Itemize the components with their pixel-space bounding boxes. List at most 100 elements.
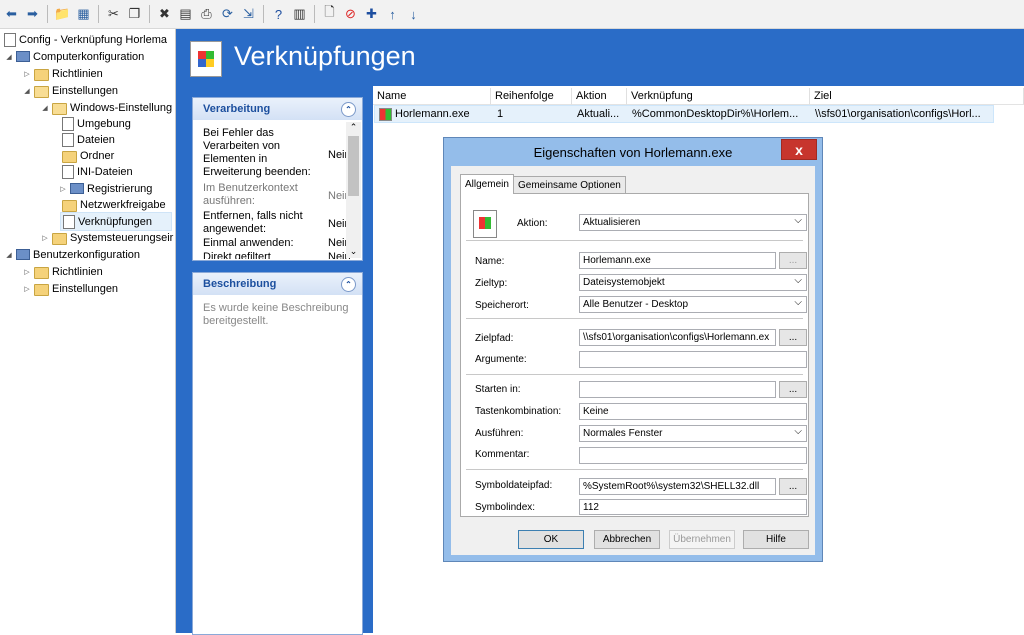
collapsed-arrow-icon[interactable]: ▷ bbox=[22, 285, 32, 293]
back-icon[interactable]: ⬅ bbox=[2, 5, 21, 24]
expanded-arrow-icon[interactable]: ◢ bbox=[22, 87, 32, 95]
tree-item-label: Richtlinien bbox=[52, 67, 103, 80]
tree-item-richtlinien[interactable]: ▷ Richtlinien bbox=[22, 65, 103, 82]
cut-icon[interactable]: ✂ bbox=[104, 5, 123, 24]
expanded-arrow-icon[interactable]: ◢ bbox=[4, 251, 14, 259]
up-folder-icon[interactable]: 📁 bbox=[53, 5, 72, 24]
column-header-name[interactable]: Name bbox=[373, 88, 491, 105]
hilfe-button[interactable]: Hilfe bbox=[743, 530, 809, 549]
column-header-aktion[interactable]: Aktion bbox=[572, 88, 627, 105]
tree-item-systemsteuerung[interactable]: ▷ Systemsteuerungseir bbox=[40, 229, 173, 246]
expanded-arrow-icon[interactable]: ◢ bbox=[40, 104, 50, 112]
tree-item-registrierung[interactable]: ▷ Registrierung bbox=[58, 180, 152, 197]
panel-title: Beschreibung bbox=[203, 278, 277, 290]
tree-item-umgebung[interactable]: Umgebung bbox=[60, 115, 131, 132]
collapsed-arrow-icon[interactable]: ▷ bbox=[58, 185, 68, 193]
column-header-reihenfolge[interactable]: Reihenfolge bbox=[491, 88, 572, 105]
tree-item-einstellungen[interactable]: ◢ Einstellungen bbox=[22, 82, 118, 99]
copy-icon[interactable]: ❐ bbox=[125, 5, 144, 24]
scrollbar[interactable]: ⌃ ⌄ bbox=[346, 122, 361, 258]
toolbar-separator bbox=[314, 5, 315, 23]
scroll-thumb[interactable] bbox=[348, 136, 359, 196]
shortcut-icon bbox=[63, 214, 75, 229]
abbrechen-button[interactable]: Abbrechen bbox=[594, 530, 660, 549]
stop-icon[interactable]: ⊘ bbox=[341, 5, 360, 24]
export-icon[interactable]: ⇲ bbox=[239, 5, 258, 24]
move-up-icon[interactable]: ↑ bbox=[383, 5, 402, 24]
tastenkombination-label: Tastenkombination: bbox=[475, 406, 562, 417]
properties-icon[interactable]: ▤ bbox=[176, 5, 195, 24]
scroll-down-icon[interactable]: ⌄ bbox=[346, 246, 361, 258]
tree-item-b-richtlinien[interactable]: ▷ Richtlinien bbox=[22, 263, 103, 280]
action-pane-icon[interactable]: ▥ bbox=[290, 5, 309, 24]
speicherort-select[interactable]: Alle Benutzer - Desktop bbox=[579, 296, 807, 313]
tree-item-benutzer[interactable]: ◢ Benutzerkonfiguration bbox=[4, 246, 140, 263]
page-title: Verknüpfungen bbox=[234, 41, 416, 71]
tree-item-ini[interactable]: INI-Dateien bbox=[60, 163, 133, 180]
cell-reihenfolge: 1 bbox=[497, 108, 504, 120]
collapse-icon[interactable]: ⌃ bbox=[341, 276, 356, 292]
tab-allgemein[interactable]: Allgemein bbox=[460, 174, 514, 194]
detail-row: Im Benutzerkontext ausführen: Nein bbox=[203, 182, 353, 208]
aktion-select[interactable]: Aktualisieren bbox=[579, 214, 807, 231]
tree-item-netzwerk[interactable]: Netzwerkfreigabe bbox=[60, 196, 166, 213]
starten-in-field[interactable] bbox=[579, 381, 776, 398]
uebernehmen-button[interactable]: Übernehmen bbox=[669, 530, 735, 549]
toolbar: ⬅ ➡ 📁 ▦ ✂ ❐ ✖ ▤ ⎙ ⟳ ⇲ ? ▥ 🗋 ⊘ ✚ ↑ ↓ bbox=[0, 0, 1024, 29]
name-label: Name: bbox=[475, 256, 505, 267]
detail-row: Direkt gefiltert Nein bbox=[203, 251, 353, 259]
scroll-up-icon[interactable]: ⌃ bbox=[346, 122, 361, 134]
ok-button[interactable]: OK bbox=[518, 530, 584, 549]
symboldateipfad-browse-button[interactable]: ... bbox=[779, 478, 807, 495]
registry-icon bbox=[70, 183, 84, 194]
argumente-field[interactable] bbox=[579, 351, 807, 368]
network-share-icon bbox=[62, 199, 77, 212]
help-icon[interactable]: ? bbox=[269, 5, 288, 24]
collapsed-arrow-icon[interactable]: ▷ bbox=[40, 234, 50, 242]
tastenkombination-field[interactable]: Keine bbox=[579, 403, 807, 420]
tree-item-dateien[interactable]: Dateien bbox=[60, 131, 115, 148]
zieltyp-select[interactable]: Dateisystemobjekt bbox=[579, 274, 807, 291]
user-icon bbox=[16, 249, 30, 260]
new-item-icon[interactable]: 🗋 bbox=[320, 4, 339, 24]
tree-item-label: Windows-Einstellung bbox=[70, 101, 173, 114]
detail-label: Bei Fehler das Verarbeiten von Elementen… bbox=[203, 127, 311, 178]
forward-icon[interactable]: ➡ bbox=[23, 5, 42, 24]
cell-verknuepfung: %CommonDesktopDir%\Horlem... bbox=[632, 108, 799, 120]
name-browse-button[interactable]: ... bbox=[779, 252, 807, 269]
ausfuehren-select[interactable]: Normales Fenster bbox=[579, 425, 807, 442]
tree-item-ordner[interactable]: Ordner bbox=[60, 147, 114, 164]
shortcut-icon bbox=[379, 107, 392, 121]
tree-item-computer[interactable]: ◢ Computerkonfiguration bbox=[4, 48, 144, 65]
ausfuehren-label: Ausführen: bbox=[475, 428, 524, 439]
toolbar-separator bbox=[47, 5, 48, 23]
collapsed-arrow-icon[interactable]: ▷ bbox=[22, 70, 32, 78]
table-row[interactable]: Horlemann.exe 1 Aktuali... %CommonDeskto… bbox=[374, 105, 994, 123]
tab-gemeinsame-optionen[interactable]: Gemeinsame Optionen bbox=[513, 176, 626, 194]
tree-item-label: Umgebung bbox=[77, 117, 131, 130]
starten-in-browse-button[interactable]: ... bbox=[779, 381, 807, 398]
symbolindex-field[interactable]: 112 bbox=[579, 499, 807, 515]
tree-item-windows[interactable]: ◢ Windows-Einstellung bbox=[40, 99, 172, 116]
column-header-verknuepfung[interactable]: Verknüpfung bbox=[627, 88, 810, 105]
tree-item-root[interactable]: Config - Verknüpfung Horlema bbox=[2, 31, 167, 48]
toolbar-separator bbox=[98, 5, 99, 23]
collapse-icon[interactable]: ⌃ bbox=[341, 101, 356, 117]
zielpfad-field[interactable]: \\sfs01\organisation\configs\Horlemann.e… bbox=[579, 329, 776, 346]
expanded-arrow-icon[interactable]: ◢ bbox=[4, 53, 14, 61]
kommentar-field[interactable] bbox=[579, 447, 807, 464]
shortcut-icon bbox=[473, 210, 497, 238]
column-header-ziel[interactable]: Ziel bbox=[810, 88, 1024, 105]
symboldateipfad-field[interactable]: %SystemRoot%\system32\SHELL32.dll bbox=[579, 478, 776, 495]
zielpfad-browse-button[interactable]: ... bbox=[779, 329, 807, 346]
collapsed-arrow-icon[interactable]: ▷ bbox=[22, 268, 32, 276]
close-button[interactable]: x bbox=[781, 139, 817, 160]
add-icon[interactable]: ✚ bbox=[362, 5, 381, 24]
move-down-icon[interactable]: ↓ bbox=[404, 5, 423, 24]
print-icon[interactable]: ⎙ bbox=[197, 5, 216, 24]
delete-icon[interactable]: ✖ bbox=[155, 5, 174, 24]
tree-item-b-einstellungen[interactable]: ▷ Einstellungen bbox=[22, 280, 118, 297]
name-field[interactable]: Horlemann.exe bbox=[579, 252, 776, 269]
show-tree-icon[interactable]: ▦ bbox=[74, 5, 93, 24]
refresh-icon[interactable]: ⟳ bbox=[218, 5, 237, 24]
